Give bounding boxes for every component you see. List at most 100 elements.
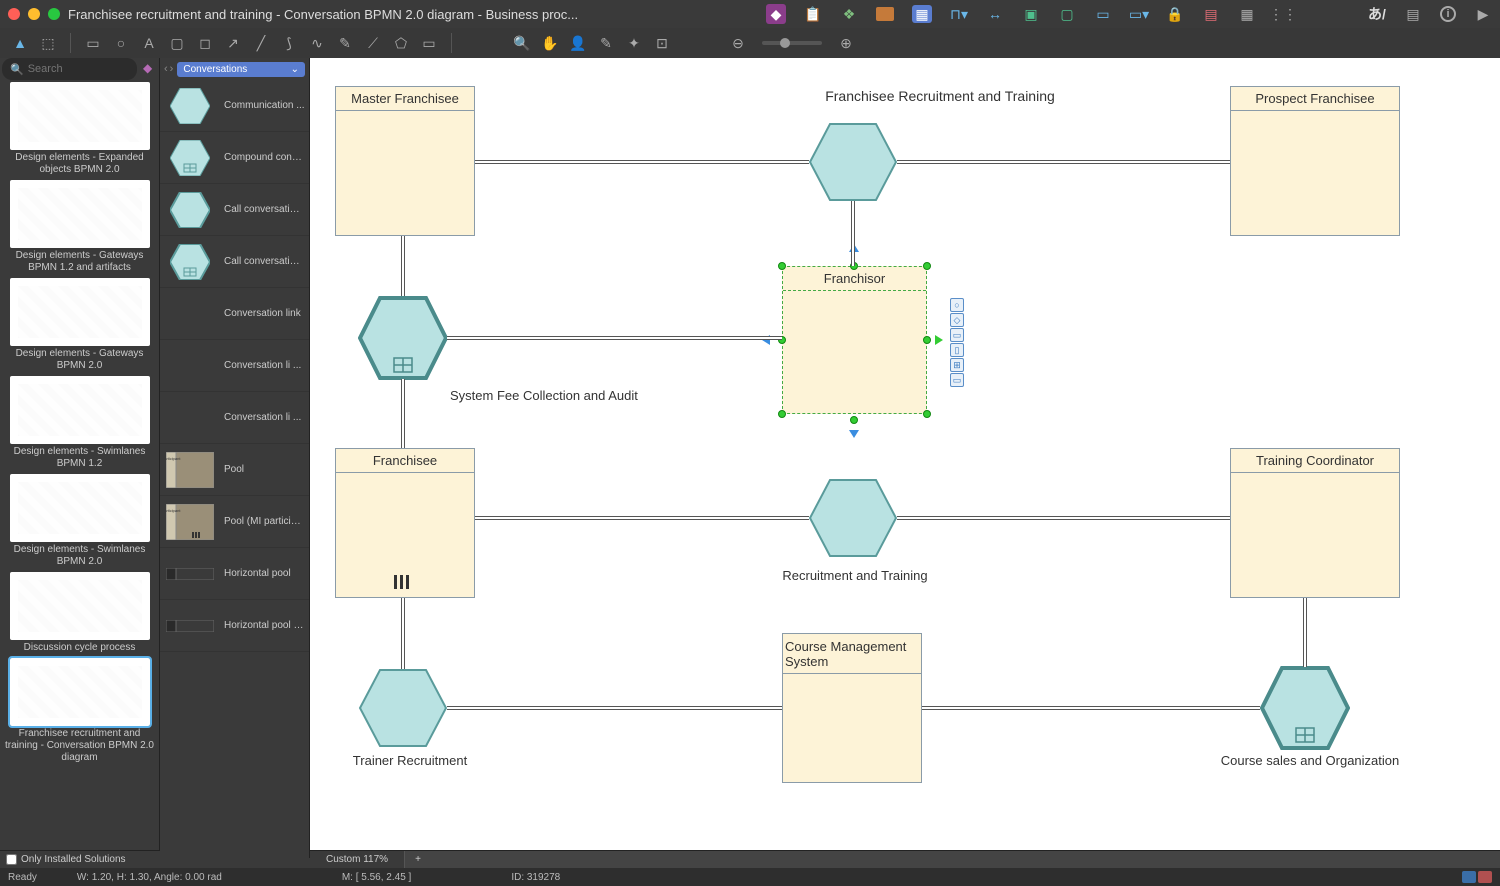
search-input[interactable] [28,63,118,75]
conversation-link[interactable] [922,706,1260,710]
conversation-link[interactable] [401,379,405,448]
conversation-link[interactable] [447,336,782,340]
shape-item[interactable]: Call conversation ... [160,184,309,236]
align-icon[interactable]: ⊓▾ [950,5,968,23]
action-button[interactable]: ▭ [950,373,964,387]
folder-icon[interactable] [876,5,894,23]
template-item[interactable]: Discussion cycle process [4,572,155,654]
action-button[interactable]: ○ [950,298,964,312]
note-icon[interactable]: ▢ [167,33,187,53]
conversation-link[interactable] [897,516,1230,520]
conversation-hexagon[interactable] [808,478,898,558]
template-list[interactable]: Design elements - Expanded objects BPMN … [0,80,159,858]
eraser-icon[interactable]: ✦ [624,33,644,53]
zoom-in-icon[interactable]: ⊕ [836,33,856,53]
selection-handle[interactable] [850,416,858,424]
status-indicator-icon[interactable] [1462,871,1476,883]
group-icon[interactable]: ▣ [1022,5,1040,23]
hand-icon[interactable]: ✋ [540,33,560,53]
only-installed-checkbox[interactable] [6,854,17,865]
front-icon[interactable]: ▭ [1094,5,1112,23]
layers-icon[interactable]: ❖ [840,5,858,23]
template-item[interactable]: Franchisee recruitment and training - Co… [4,658,155,764]
shape-item[interactable]: Conversation li ... [160,392,309,444]
shape-item[interactable]: Communication ... [160,80,309,132]
bezier-icon[interactable]: ⟋ [363,33,383,53]
conversation-link[interactable] [475,516,809,520]
search-icon[interactable]: 🔍 [512,33,532,53]
spline-icon[interactable]: ∿ [307,33,327,53]
freehand-icon[interactable]: ▭ [419,33,439,53]
hypernote-icon[interactable]: ⋮⋮ [1274,5,1292,23]
shapes-category-dropdown[interactable]: Conversations ⌄ [177,62,305,77]
action-button[interactable]: ▯ [950,343,964,357]
conversation-link[interactable] [1303,598,1307,667]
chart-icon[interactable]: ▤ [1202,5,1220,23]
nav-back-icon[interactable]: ‹ [164,63,168,75]
connect-arrow-right-icon[interactable] [935,335,943,345]
present-icon[interactable]: ▶ [1474,5,1492,23]
ungroup-icon[interactable]: ▢ [1058,5,1076,23]
participant-franchisor[interactable]: Franchisor [782,266,927,414]
minimize-icon[interactable] [28,8,40,20]
shape-item[interactable]: Participant Pool [160,444,309,496]
shape-item[interactable]: Horizontal pool [160,548,309,600]
status-indicator-icon[interactable] [1478,871,1492,883]
select-icon[interactable]: ⬚ [38,33,58,53]
connect-arrow-down-icon[interactable] [849,430,859,438]
nav-fwd-icon[interactable]: › [170,63,174,75]
line-icon[interactable]: ╱ [251,33,271,53]
selection-handle[interactable] [778,262,786,270]
crop-icon[interactable]: ⊡ [652,33,672,53]
participant-master-franchisee[interactable]: Master Franchisee [335,86,475,236]
filter-icon[interactable]: ◆ [143,61,159,77]
connector-icon[interactable]: ↗ [223,33,243,53]
shape-item[interactable]: Call conversation ... [160,236,309,288]
selection-handle[interactable] [778,410,786,418]
rect-icon[interactable]: ▭ [83,33,103,53]
call-conversation-hexagon[interactable] [1260,666,1350,750]
ellipse-icon[interactable]: ○ [111,33,131,53]
action-button[interactable]: ⊞ [950,358,964,372]
callout-icon[interactable]: ◻ [195,33,215,53]
participant-course-mgmt[interactable]: Course Management System [782,633,922,783]
clipboard-icon[interactable]: 📋 [804,5,822,23]
shape-item[interactable]: Conversation link [160,288,309,340]
conversation-link[interactable] [475,160,809,164]
back-icon[interactable]: ▭▾ [1130,5,1148,23]
conversation-link[interactable] [447,706,782,710]
zoom-slider[interactable] [762,41,822,45]
conversation-link[interactable] [851,201,855,266]
participant-training-coordinator[interactable]: Training Coordinator [1230,448,1400,598]
participant-prospect-franchisee[interactable]: Prospect Franchisee [1230,86,1400,236]
selection-handle[interactable] [923,262,931,270]
language-icon[interactable]: あ/ [1368,5,1386,23]
solutions-icon[interactable]: ◆ [766,4,786,24]
selection-handle[interactable] [923,410,931,418]
polygon-icon[interactable]: ⬠ [391,33,411,53]
action-button[interactable]: ◇ [950,313,964,327]
canvas[interactable]: Franchisee Recruitment and Training Mast… [310,58,1500,858]
text-icon[interactable]: A [139,33,159,53]
document-icon[interactable]: ▤ [1404,5,1422,23]
shape-item[interactable]: Conversation li ... [160,340,309,392]
shape-item[interactable]: Horizontal pool ( ... [160,600,309,652]
shape-item[interactable]: Participant Pool (MI participant) [160,496,309,548]
conversation-hexagon[interactable] [358,668,448,748]
arc-icon[interactable]: ⟆ [279,33,299,53]
shapes-list[interactable]: Communication ... Compound conve ... Cal… [160,80,309,858]
close-icon[interactable] [8,8,20,20]
template-item[interactable]: Design elements - Gateways BPMN 1.2 and … [4,180,155,274]
call-conversation-hexagon[interactable] [358,296,448,380]
table-icon[interactable]: ▦ [1238,5,1256,23]
template-item[interactable]: Design elements - Swimlanes BPMN 1.2 [4,376,155,470]
add-page-button[interactable]: + [405,854,431,865]
shape-item[interactable]: Compound conve ... [160,132,309,184]
participant-franchisee[interactable]: Franchisee [335,448,475,598]
template-item[interactable]: Design elements - Expanded objects BPMN … [4,82,155,176]
conversation-link[interactable] [401,236,405,296]
eyedropper-icon[interactable]: ✎ [596,33,616,53]
pencil-icon[interactable]: ✎ [335,33,355,53]
template-item[interactable]: Design elements - Swimlanes BPMN 2.0 [4,474,155,568]
conversation-hexagon[interactable] [808,122,898,202]
